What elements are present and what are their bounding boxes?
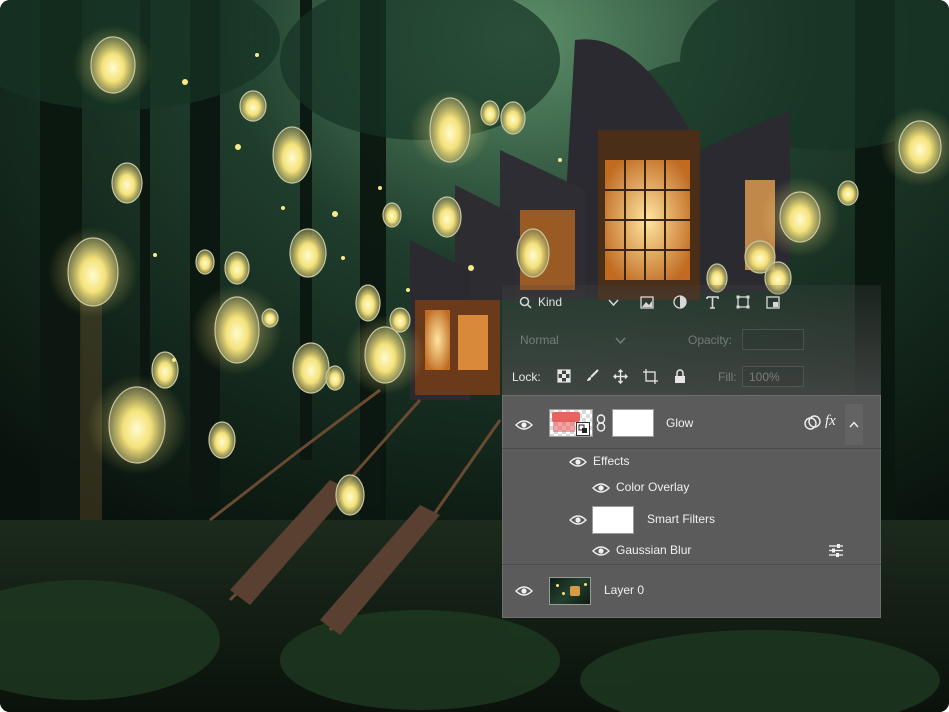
smart-object-filter-icon[interactable] [765,294,781,310]
lock-pixels-icon[interactable] [556,368,572,384]
gaussian-blur-row[interactable]: Gaussian Blur [502,538,881,562]
blend-mode-select[interactable]: Normal [520,333,559,347]
layer-name[interactable]: Layer 0 [604,583,644,597]
fill-label: Fill: [718,370,737,384]
image-filter-icon[interactable] [639,294,655,310]
lock-brush-icon[interactable] [584,368,600,384]
opacity-label: Opacity: [688,333,733,347]
lock-label: Lock: [512,370,541,384]
link-icon[interactable] [595,413,607,433]
chevron-up-icon[interactable] [845,404,863,445]
chevron-down-icon[interactable] [804,366,814,387]
blend-options-icon[interactable] [803,414,821,432]
document-canvas: Kind Normal Opacity: Lock: Fill: 100% Gl… [0,0,949,712]
smart-filters-row[interactable]: Smart Filters [502,504,881,536]
lock-move-icon[interactable] [612,368,628,384]
filter-kind-label[interactable]: Kind [538,295,562,309]
fx-icon[interactable]: fx [825,413,836,430]
layer-row-glow[interactable]: Glow fx [502,404,881,446]
layer-mask-thumbnail[interactable] [612,409,654,437]
blend-row: Normal Opacity: [502,329,881,351]
eye-icon[interactable] [515,585,533,597]
layer-name[interactable]: Glow [666,416,693,430]
type-filter-icon[interactable] [704,294,720,310]
color-overlay-row[interactable]: Color Overlay [502,475,881,499]
chevron-down-icon[interactable] [607,297,619,309]
shape-filter-icon[interactable] [735,294,751,310]
divider [502,564,881,565]
smart-filters-label: Smart Filters [647,512,716,526]
layer-row-layer-0[interactable]: Layer 0 [502,570,881,612]
eye-icon[interactable] [592,482,610,494]
search-icon [518,295,532,309]
eye-icon[interactable] [569,514,587,526]
color-overlay-label: Color Overlay [616,480,690,494]
filter-row: Kind [502,291,881,315]
effects-row[interactable]: Effects [502,449,881,473]
eye-icon[interactable] [592,545,610,557]
effects-label: Effects [593,454,630,468]
adjustment-filter-icon[interactable] [672,294,688,310]
opacity-field[interactable] [742,329,804,350]
eye-icon[interactable] [515,419,533,431]
fill-field[interactable]: 100% [742,366,804,387]
lock-artboard-icon[interactable] [642,368,658,384]
layers-panel: Kind Normal Opacity: Lock: Fill: 100% Gl… [502,285,881,618]
chevron-down-icon[interactable] [614,336,626,346]
fill-value: 100% [749,370,780,384]
layer-thumbnail[interactable] [549,577,591,605]
eye-icon[interactable] [569,456,587,468]
lock-row: Lock: Fill: 100% [502,365,881,389]
filter-options-icon[interactable] [827,543,845,557]
smart-object-badge-icon [576,422,590,436]
lock-all-icon[interactable] [672,368,688,384]
gaussian-blur-label: Gaussian Blur [616,543,692,557]
smart-filter-mask-thumbnail[interactable] [592,506,634,534]
